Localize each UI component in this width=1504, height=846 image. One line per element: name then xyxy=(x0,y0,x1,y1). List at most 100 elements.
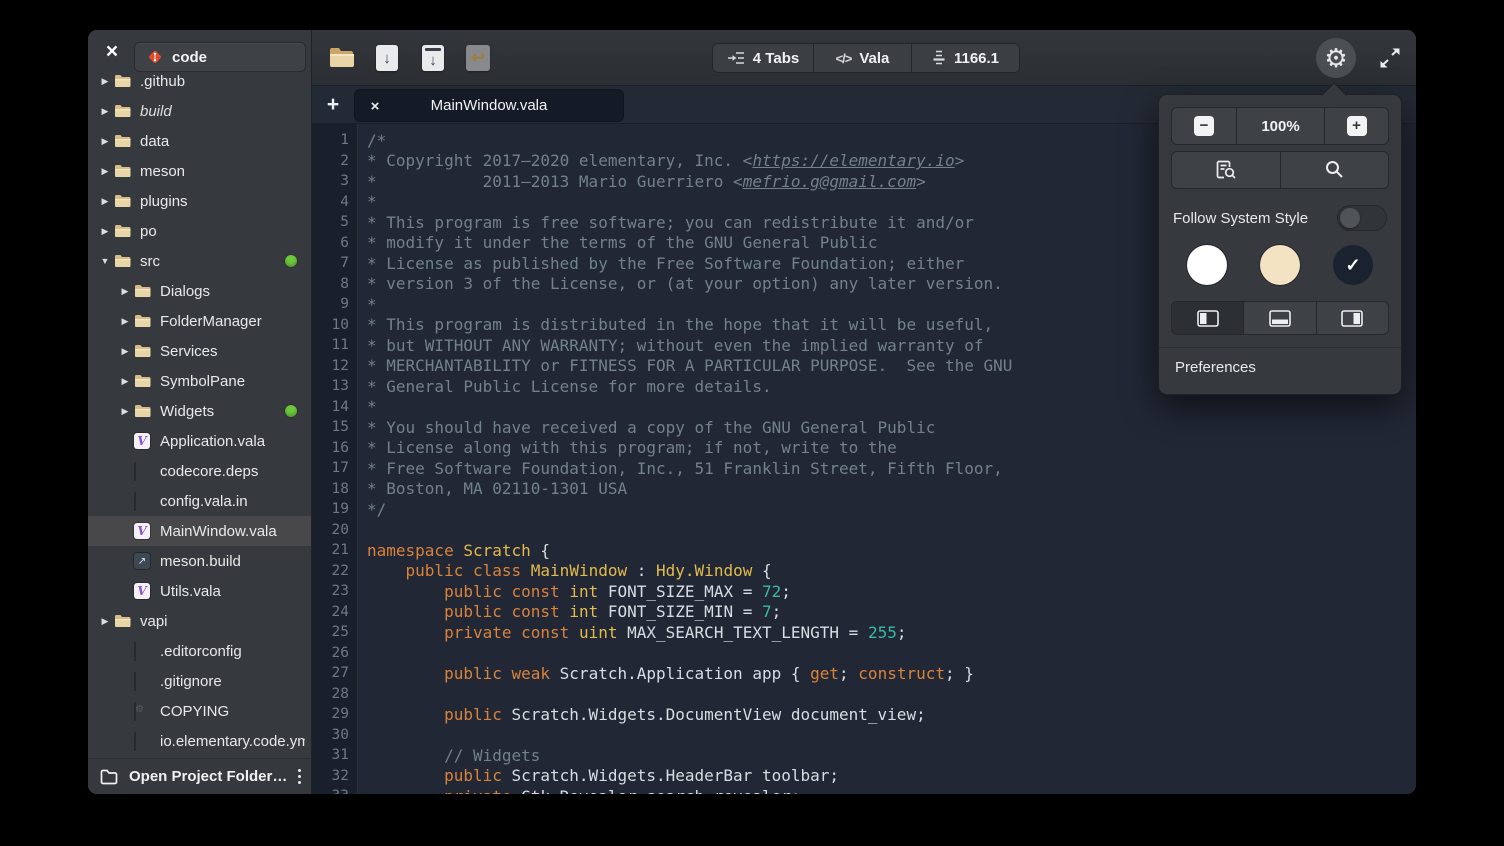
fullscreen-button[interactable] xyxy=(1378,45,1406,71)
code-line[interactable]: 21namespace Scratch { xyxy=(312,540,1416,561)
language-mode-button[interactable]: </> Vala xyxy=(813,44,911,72)
sidebar-item-label: FolderManager xyxy=(160,313,305,330)
style-switcher: ✓ xyxy=(1171,245,1389,285)
project-tree: ▶.github▶build▶data▶meson▶plugins▶po▼src… xyxy=(88,66,311,756)
expander-right-icon[interactable]: ▶ xyxy=(116,346,134,357)
sidebar-item-codecore-deps[interactable]: codecore.deps xyxy=(88,456,311,486)
sidebar-item-application-vala[interactable]: VApplication.vala xyxy=(88,426,311,456)
open-file-button[interactable] xyxy=(327,44,357,72)
tabs-overview-button[interactable]: 4 Tabs xyxy=(713,44,813,72)
style-sepia-button[interactable] xyxy=(1260,245,1300,285)
expander-right-icon[interactable]: ▶ xyxy=(116,286,134,297)
code-line[interactable]: 17* Free Software Foundation, Inc., 51 F… xyxy=(312,458,1416,479)
sidebar-item-po[interactable]: ▶po xyxy=(88,216,311,246)
code-line[interactable]: 14* xyxy=(312,397,1416,418)
window-close-button[interactable]: × xyxy=(98,38,126,66)
project-chooser-button[interactable]: code xyxy=(134,42,306,72)
find-in-project-button[interactable] xyxy=(1172,152,1280,188)
code-line[interactable]: 27 public weak Scratch.Application app {… xyxy=(312,663,1416,684)
toggle-left-panel-button[interactable] xyxy=(1172,302,1243,334)
sidebar-item-dialogs[interactable]: ▶Dialogs xyxy=(88,276,311,306)
code-text: // Widgets xyxy=(358,746,540,765)
code-line[interactable]: 29 public Scratch.Widgets.DocumentView d… xyxy=(312,704,1416,725)
sidebar-item-widgets[interactable]: ▶Widgets xyxy=(88,396,311,426)
sidebar-item-plugins[interactable]: ▶plugins xyxy=(88,186,311,216)
code-line[interactable]: 26 xyxy=(312,643,1416,664)
sidebar-item-label: Utils.vala xyxy=(160,583,305,600)
line-number: 9 xyxy=(312,296,358,312)
code-line[interactable]: 24 public const int FONT_SIZE_MIN = 7; xyxy=(312,602,1416,623)
sidebar-item-utils-vala[interactable]: VUtils.vala xyxy=(88,576,311,606)
code-line[interactable]: 20 xyxy=(312,520,1416,541)
cursor-position-button[interactable]: 1166.1 xyxy=(911,44,1019,72)
sidebar-item--gitignore[interactable]: .gitignore xyxy=(88,666,311,696)
project-menu-kebab-icon[interactable] xyxy=(296,765,303,789)
line-number: 23 xyxy=(312,583,358,599)
expander-down-icon[interactable]: ▼ xyxy=(96,256,114,266)
sidebar-item--editorconfig[interactable]: .editorconfig xyxy=(88,636,311,666)
open-project-folder-button[interactable]: Open Project Folder… xyxy=(88,758,311,794)
sidebar-item-label: COPYING xyxy=(160,703,305,720)
style-dark-button[interactable]: ✓ xyxy=(1333,245,1373,285)
code-line[interactable]: 30 xyxy=(312,725,1416,746)
preferences-menu-item[interactable]: Preferences xyxy=(1171,348,1389,388)
code-line[interactable]: 32 public Scratch.Widgets.HeaderBar tool… xyxy=(312,766,1416,787)
settings-popover: − 100% + xyxy=(1158,94,1402,395)
plus-icon: + xyxy=(1347,116,1367,136)
code-line[interactable]: 16* License along with this program; if … xyxy=(312,438,1416,459)
expander-right-icon[interactable]: ▶ xyxy=(96,196,114,207)
sidebar-item-meson[interactable]: ▶meson xyxy=(88,156,311,186)
follow-system-style-toggle[interactable] xyxy=(1337,205,1387,231)
code-line[interactable]: 28 xyxy=(312,684,1416,705)
save-file-button[interactable]: ↓ xyxy=(372,44,402,72)
toggle-right-panel-button[interactable] xyxy=(1316,302,1388,334)
expander-right-icon[interactable]: ▶ xyxy=(116,406,134,417)
style-light-button[interactable] xyxy=(1187,245,1227,285)
zoom-in-button[interactable]: + xyxy=(1324,108,1388,144)
revert-button[interactable]: ↩ xyxy=(463,44,493,72)
sidebar-item-meson-build[interactable]: ↗meson.build xyxy=(88,546,311,576)
code-line[interactable]: 22 public class MainWindow : Hdy.Window … xyxy=(312,561,1416,582)
sidebar-item-vapi[interactable]: ▶vapi xyxy=(88,606,311,636)
sidebar-item-io-elementary-code-yml[interactable]: io.elementary.code.yml xyxy=(88,726,311,756)
expander-right-icon[interactable]: ▶ xyxy=(96,616,114,627)
expander-right-icon[interactable]: ▶ xyxy=(96,76,114,87)
sidebar-item-src[interactable]: ▼src xyxy=(88,246,311,276)
sidebar-item-copying[interactable]: COPYING xyxy=(88,696,311,726)
expander-right-icon[interactable]: ▶ xyxy=(96,166,114,177)
expander-right-icon[interactable]: ▶ xyxy=(96,226,114,237)
zoom-level-button[interactable]: 100% xyxy=(1236,108,1324,144)
code-line[interactable]: 15* You should have received a copy of t… xyxy=(312,417,1416,438)
line-number: 13 xyxy=(312,378,358,394)
toggle-bottom-panel-button[interactable] xyxy=(1243,302,1315,334)
new-tab-button[interactable]: + xyxy=(318,90,348,120)
expander-right-icon[interactable]: ▶ xyxy=(116,316,134,327)
expander-right-icon[interactable]: ▶ xyxy=(96,106,114,117)
code-line[interactable]: 33 private Gtk.Revealer search_revealer; xyxy=(312,786,1416,794)
tabs-count-label: 4 Tabs xyxy=(753,50,799,67)
sidebar-item-config-vala-in[interactable]: config.vala.in xyxy=(88,486,311,516)
code-line[interactable]: 31 // Widgets xyxy=(312,745,1416,766)
code-line[interactable]: 23 public const int FONT_SIZE_MAX = 72; xyxy=(312,581,1416,602)
code-line[interactable]: 18* Boston, MA 02110-1301 USA xyxy=(312,479,1416,500)
code-text: * License as published by the Free Softw… xyxy=(358,254,964,273)
sidebar-item-mainwindow-vala[interactable]: VMainWindow.vala xyxy=(88,516,311,546)
code-text: * This program is distributed in the hop… xyxy=(358,315,993,334)
expander-right-icon[interactable]: ▶ xyxy=(96,136,114,147)
sidebar-item-foldermanager[interactable]: ▶ FolderManager xyxy=(88,306,311,336)
sidebar-item-build[interactable]: ▶build xyxy=(88,96,311,126)
find-button[interactable] xyxy=(1280,152,1389,188)
tab-mainwindow-vala[interactable]: × MainWindow.vala xyxy=(354,89,624,122)
code-line[interactable]: 19*/ xyxy=(312,499,1416,520)
expander-right-icon[interactable]: ▶ xyxy=(116,376,134,387)
zoom-out-button[interactable]: − xyxy=(1172,108,1236,144)
settings-gear-button[interactable]: ⚙ xyxy=(1316,38,1356,78)
save-as-button[interactable]: ↓ xyxy=(418,44,448,72)
sidebar-item-symbolpane[interactable]: ▶SymbolPane xyxy=(88,366,311,396)
code-text: * License along with this program; if no… xyxy=(358,438,897,457)
sidebar-item-data[interactable]: ▶ data xyxy=(88,126,311,156)
sidebar-item-services[interactable]: ▶Services xyxy=(88,336,311,366)
code-line[interactable]: 25 private const uint MAX_SEARCH_TEXT_LE… xyxy=(312,622,1416,643)
sidebar-item-label: data xyxy=(140,133,305,150)
line-number: 17 xyxy=(312,460,358,476)
